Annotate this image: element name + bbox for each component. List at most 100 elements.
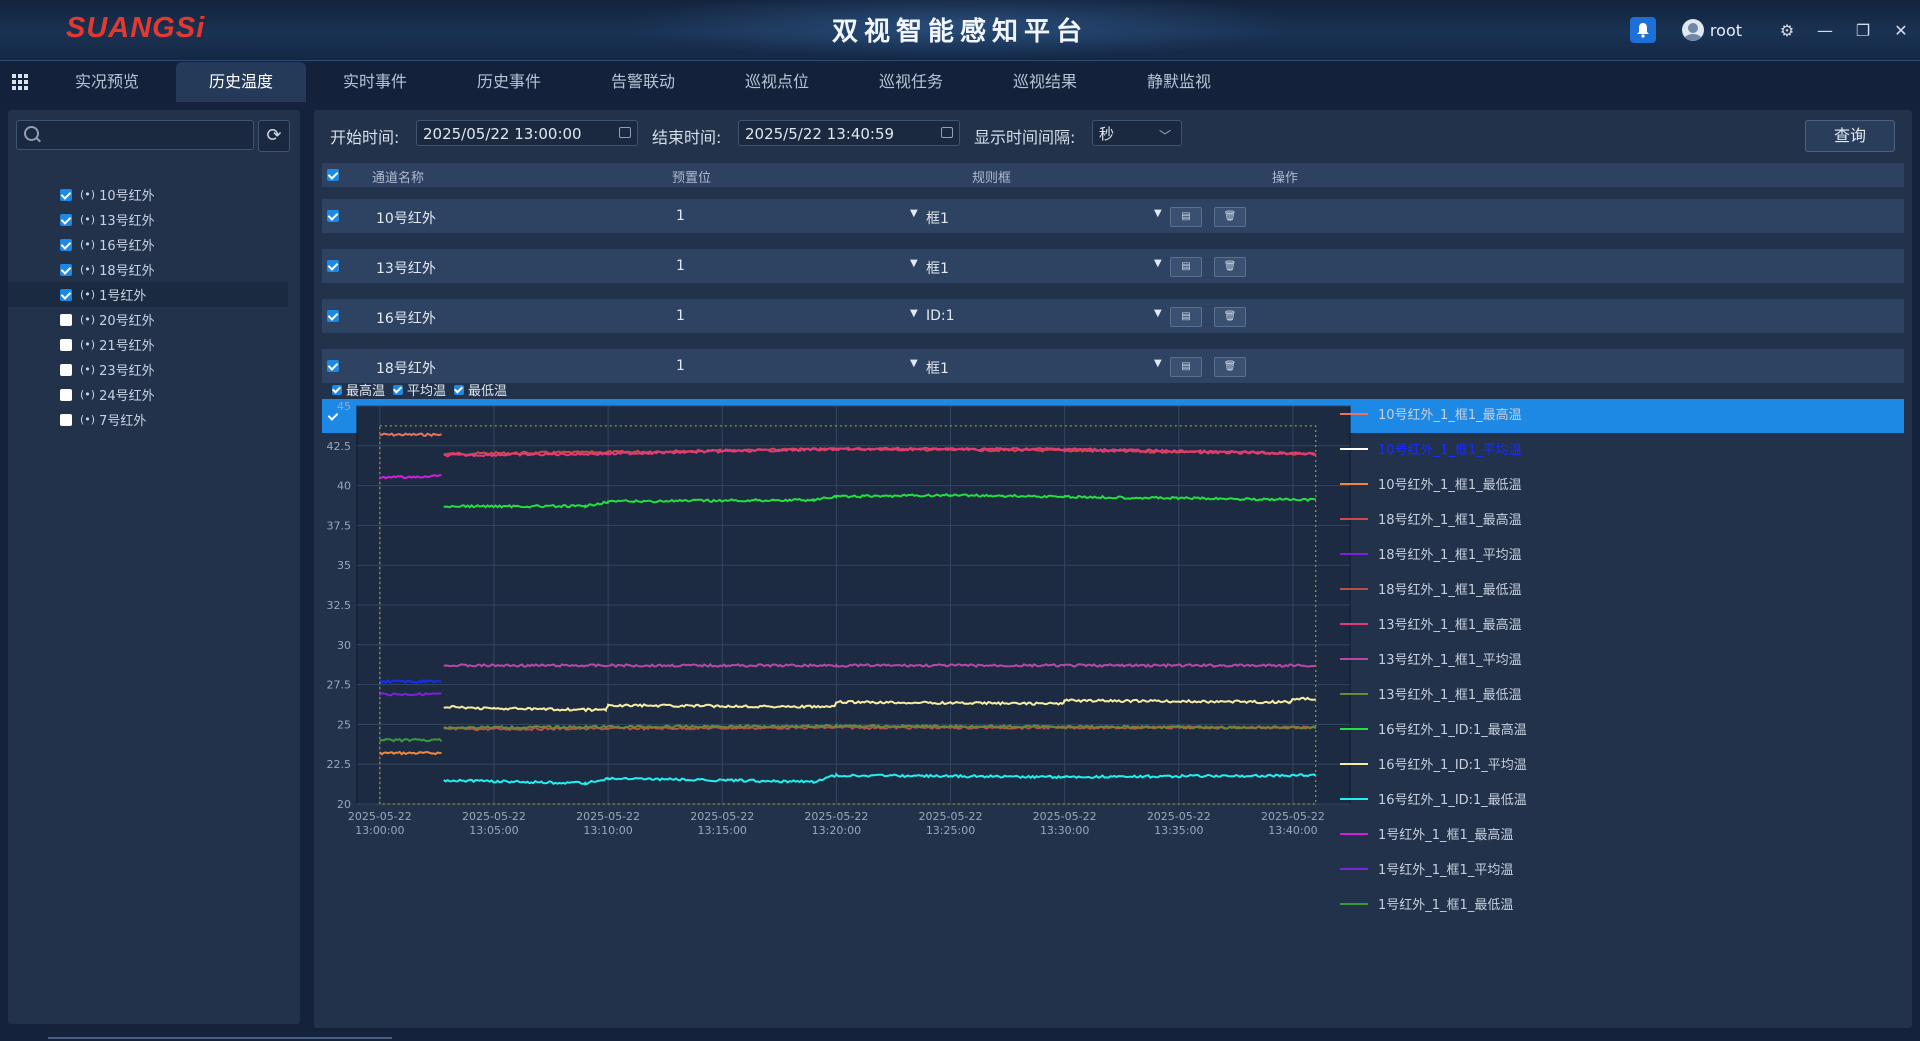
bottom-scrollbar[interactable]	[48, 1037, 392, 1039]
legend-item[interactable]: 18号红外_1_框1_最高温	[1340, 501, 1560, 536]
device-checkbox[interactable]	[60, 313, 72, 326]
legend-label: 16号红外_1_ID:1_最低温	[1378, 793, 1527, 808]
tab-patrol-results[interactable]: 巡视结果	[980, 62, 1110, 102]
tree-item-device[interactable]: (•) 20号红外	[8, 307, 300, 332]
gear-icon[interactable]: ⚙	[1768, 21, 1806, 40]
legend-label: 18号红外_1_框1_最高温	[1378, 513, 1522, 528]
y-tick-label: 25	[337, 718, 351, 731]
refresh-icon[interactable]: ⟳	[258, 120, 290, 152]
device-checkbox[interactable]	[60, 388, 72, 401]
device-label: 23号红外	[99, 364, 155, 379]
legend-label: 13号红外_1_框1_最低温	[1378, 688, 1522, 703]
legend-swatch	[1340, 447, 1368, 450]
legend-item[interactable]: 13号红外_1_框1_最高温	[1340, 606, 1560, 641]
legend-swatch	[1340, 552, 1368, 555]
tab-silent-monitor[interactable]: 静默监视	[1114, 62, 1244, 102]
legend-item[interactable]: 10号红外_1_框1_平均温	[1340, 431, 1560, 466]
signal-icon: (•)	[80, 263, 96, 276]
legend-swatch	[1340, 902, 1368, 905]
tree-item-device[interactable]: (•) 1号红外	[8, 282, 288, 307]
signal-icon: (•)	[80, 413, 96, 426]
x-tick-label: 2025-05-22 13:00:00	[348, 810, 412, 837]
x-tick-label: 2025-05-22 13:15:00	[690, 810, 754, 837]
restore-icon[interactable]: ❐	[1844, 21, 1882, 40]
legend-swatch	[1340, 657, 1368, 660]
tree-item-device[interactable]: (•) 13号红外	[8, 207, 300, 232]
bell-icon[interactable]	[1629, 17, 1656, 43]
legend-swatch	[1340, 832, 1368, 835]
chart-legend: 10号红外_1_框1_最高温 10号红外_1_框1_平均温 10号红外_1_框1_最…	[1340, 396, 1560, 921]
device-checkbox[interactable]	[60, 338, 72, 351]
tree-item-device[interactable]: (•) 7号红外	[8, 407, 300, 432]
legend-label: 10号红外_1_框1_最低温	[1378, 478, 1522, 493]
legend-swatch	[1340, 727, 1368, 730]
apps-grid-icon[interactable]	[12, 74, 28, 90]
legend-label: 18号红外_1_框1_平均温	[1378, 548, 1522, 563]
tab-realtime-events[interactable]: 实时事件	[310, 62, 440, 102]
legend-label: 1号红外_1_框1_最高温	[1378, 828, 1514, 843]
legend-item[interactable]: 1号红外_1_框1_最高温	[1340, 816, 1560, 851]
tab-history-events[interactable]: 历史事件	[444, 62, 574, 102]
signal-icon: (•)	[80, 338, 96, 351]
device-label: 16号红外	[99, 239, 155, 254]
search-input[interactable]	[16, 120, 254, 150]
legend-swatch	[1340, 622, 1368, 625]
device-checkbox[interactable]	[60, 188, 72, 201]
y-tick-label: 30	[337, 639, 351, 652]
legend-item[interactable]: 1号红外_1_框1_平均温	[1340, 851, 1560, 886]
main-panel: 开始时间: 2025/05/22 13:00:00 结束时间: 2025/5/2…	[314, 110, 1912, 1028]
tab-history-temperature[interactable]: 历史温度	[176, 62, 306, 102]
legend-swatch	[1340, 692, 1368, 695]
legend-swatch	[1340, 797, 1368, 800]
device-label: 24号红外	[99, 389, 155, 404]
device-checkbox[interactable]	[60, 238, 72, 251]
device-checkbox[interactable]	[60, 263, 72, 276]
temperature-chart: 2022.52527.53032.53537.54042.5452025-05-…	[327, 400, 1351, 837]
legend-item[interactable]: 1号红外_1_框1_最低温	[1340, 886, 1560, 921]
device-label: 10号红外	[99, 189, 155, 204]
legend-swatch	[1340, 587, 1368, 590]
signal-icon: (•)	[80, 313, 96, 326]
search-icon	[24, 126, 39, 141]
tree-item-device[interactable]: (•) 16号红外	[8, 232, 300, 257]
device-tree-panel: ⟳ (•) 10号红外 (•) 13号红外 (•) 16号红外 (•) 18号红外 (•) 1号红…	[8, 110, 300, 1024]
device-checkbox[interactable]	[60, 413, 72, 426]
minimize-icon[interactable]: —	[1806, 21, 1844, 40]
legend-label: 16号红外_1_ID:1_平均温	[1378, 758, 1527, 773]
legend-item[interactable]: 13号红外_1_框1_最低温	[1340, 676, 1560, 711]
device-label: 21号红外	[99, 339, 155, 354]
tree-item-device[interactable]: (•) 10号红外	[8, 182, 300, 207]
device-checkbox[interactable]	[60, 288, 72, 301]
legend-item[interactable]: 16号红外_1_ID:1_最高温	[1340, 711, 1560, 746]
tab-patrol-tasks[interactable]: 巡视任务	[846, 62, 976, 102]
legend-item[interactable]: 10号红外_1_框1_最高温	[1340, 396, 1560, 431]
signal-icon: (•)	[80, 363, 96, 376]
legend-item[interactable]: 18号红外_1_框1_平均温	[1340, 536, 1560, 571]
signal-icon: (•)	[80, 238, 96, 251]
legend-item[interactable]: 18号红外_1_框1_最低温	[1340, 571, 1560, 606]
tree-item-device[interactable]: (•) 21号红外	[8, 332, 300, 357]
device-checkbox[interactable]	[60, 363, 72, 376]
device-label: 20号红外	[99, 314, 155, 329]
y-tick-label: 35	[337, 559, 351, 572]
close-icon[interactable]: ✕	[1882, 21, 1920, 40]
y-tick-label: 22.5	[327, 758, 352, 771]
tab-patrol-points[interactable]: 巡视点位	[712, 62, 842, 102]
tree-item-device[interactable]: (•) 23号红外	[8, 357, 300, 382]
tree-item-device[interactable]: (•) 18号红外	[8, 257, 300, 282]
x-tick-label: 2025-05-22 13:05:00	[462, 810, 526, 837]
legend-item[interactable]: 13号红外_1_框1_平均温	[1340, 641, 1560, 676]
legend-item[interactable]: 10号红外_1_框1_最低温	[1340, 466, 1560, 501]
device-checkbox[interactable]	[60, 213, 72, 226]
tree-item-device[interactable]: (•) 24号红外	[8, 382, 300, 407]
legend-label: 1号红外_1_框1_平均温	[1378, 863, 1514, 878]
titlebar-controls: root ⚙ — ❐ ✕	[1629, 0, 1920, 60]
username: root	[1709, 20, 1742, 40]
user-menu[interactable]: root	[1681, 19, 1742, 41]
x-tick-label: 2025-05-22 13:40:00	[1261, 810, 1325, 837]
tab-alarm-linkage[interactable]: 告警联动	[578, 62, 708, 102]
legend-item[interactable]: 16号红外_1_ID:1_最低温	[1340, 781, 1560, 816]
tab-live-preview[interactable]: 实况预览	[42, 62, 172, 102]
legend-item[interactable]: 16号红外_1_ID:1_平均温	[1340, 746, 1560, 781]
device-tree: (•) 10号红外 (•) 13号红外 (•) 16号红外 (•) 18号红外 (•) 1号红外(…	[8, 182, 300, 432]
